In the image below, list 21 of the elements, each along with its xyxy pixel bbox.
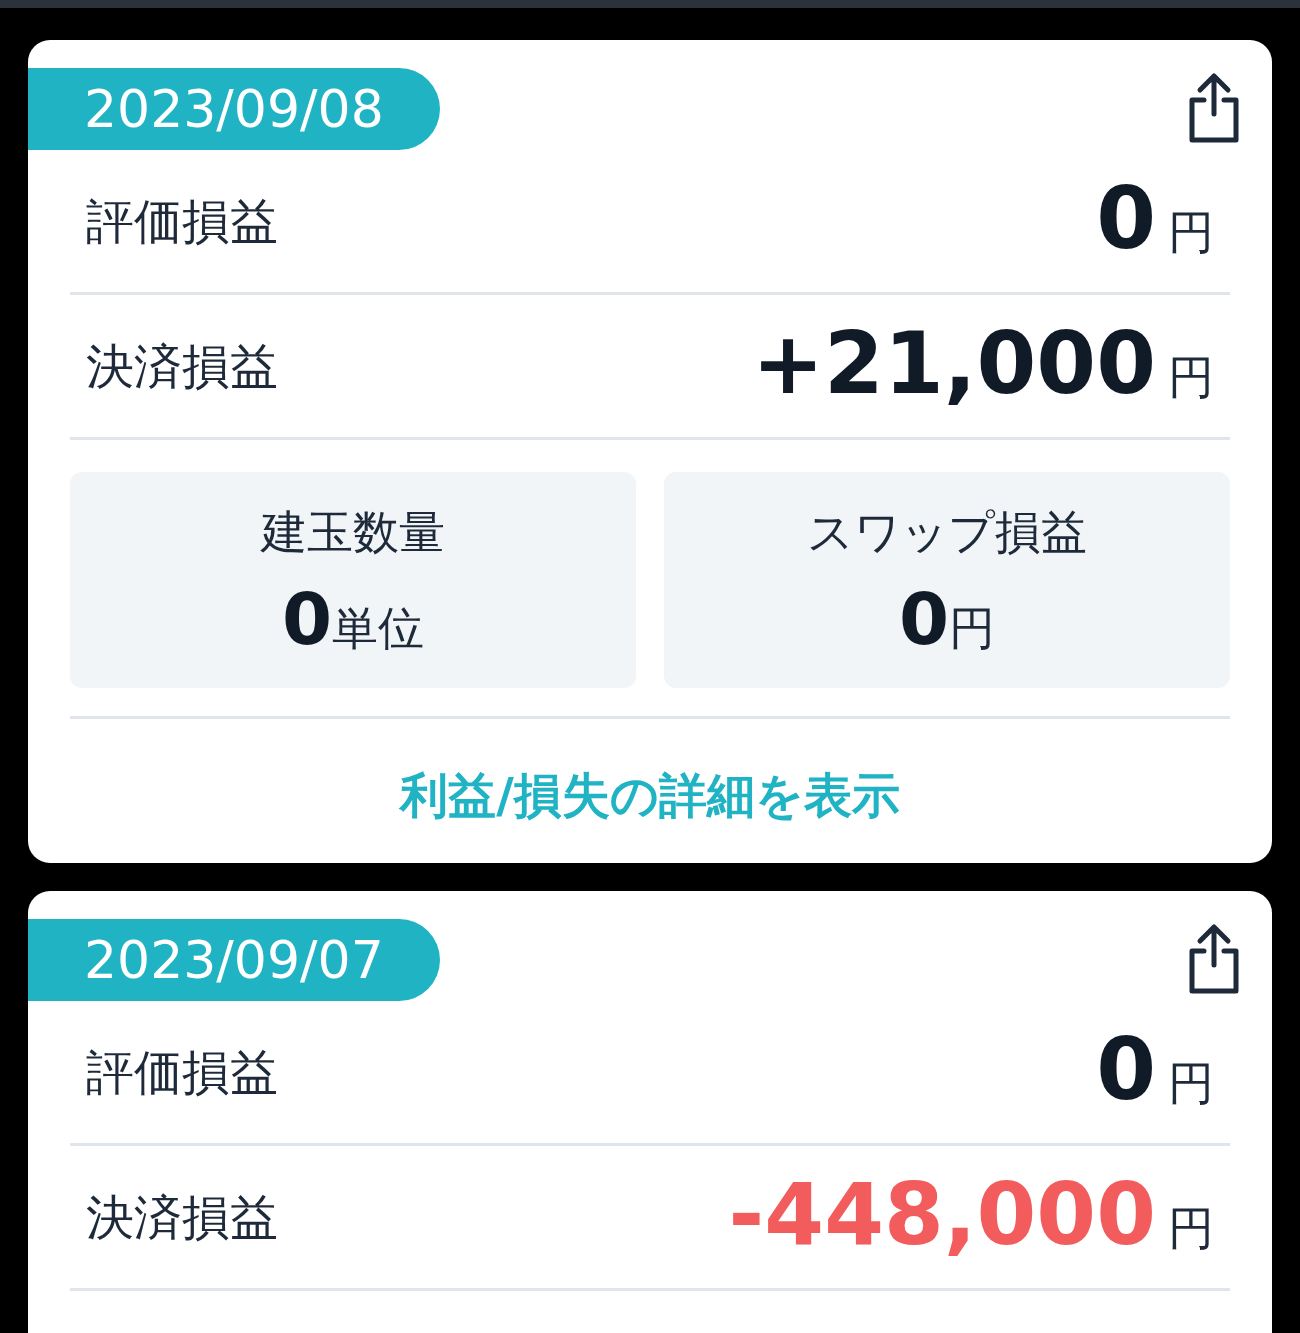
- date-badge: 2023/09/07: [28, 919, 440, 1001]
- tile-label: 建玉数量: [261, 503, 445, 561]
- tile-value: 0: [898, 582, 950, 655]
- amount-value: +21,000: [752, 320, 1156, 406]
- amount-value: 0: [1096, 175, 1156, 261]
- row-label: 決済損益: [86, 1188, 278, 1247]
- row-label: 評価損益: [86, 1043, 278, 1102]
- tile-unit: 単位: [332, 599, 425, 657]
- currency-unit: 円: [1168, 204, 1214, 261]
- row-label: 評価損益: [86, 192, 278, 251]
- currency-unit: 円: [1168, 1055, 1214, 1112]
- tile-label: スワップ損益: [807, 503, 1087, 561]
- amount-value: -448,000: [728, 1171, 1156, 1257]
- currency-unit: 円: [1168, 1200, 1214, 1257]
- amount-value: 0: [1096, 1026, 1156, 1112]
- date-badge: 2023/09/08: [28, 68, 440, 150]
- row-label: 決済損益: [86, 337, 278, 396]
- tile-value: 0: [281, 582, 333, 655]
- tile-unit: 円: [949, 599, 996, 657]
- currency-unit: 円: [1168, 349, 1214, 406]
- details-link[interactable]: 利益/損失の詳細を表示: [400, 759, 900, 831]
